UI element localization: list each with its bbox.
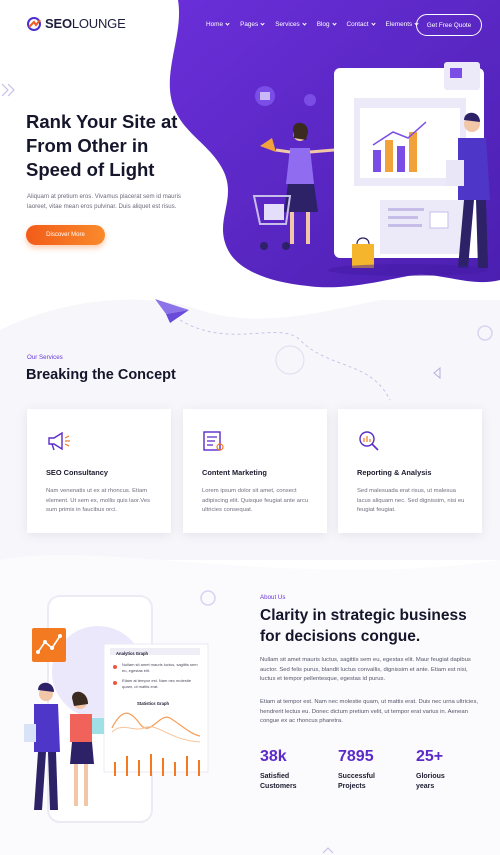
nav-contact-label: Contact [346, 21, 369, 28]
logo-icon [27, 16, 41, 31]
service-text: Nam venenatis ut ex at rhoncus. Etiam el… [46, 488, 151, 514]
chevron-down-icon [302, 21, 307, 26]
stat-projects: 7895 Successful Projects [338, 748, 398, 791]
nav-elements-label: Elements [385, 21, 413, 28]
brand-name: SEOLOUNGE [45, 16, 126, 31]
nav-pages[interactable]: Pages [240, 21, 265, 28]
hero-title: Rank Your Site at From Other in Speed of… [26, 111, 178, 180]
analytics-graph-line2: Etiam at tempor est. Nam nec molestie qu… [122, 678, 191, 689]
hero-illustration [169, 0, 500, 288]
nav-elements[interactable]: Elements [386, 21, 419, 28]
about-title: Clarity in strategic business for decisi… [260, 607, 467, 645]
service-card-seo[interactable]: SEO Consultancy Nam venenatis ut ex at r… [27, 409, 171, 533]
services-title: Breaking the Concept [26, 367, 176, 383]
service-card-reporting[interactable]: Reporting & Analysis Sed malesuada erat … [338, 409, 482, 533]
service-card-content[interactable]: Content Marketing Lorem ipsum dolor sit … [183, 409, 327, 533]
nav-home[interactable]: Home [206, 21, 230, 28]
stat-number: 25+ [416, 748, 444, 765]
document-icon [203, 431, 224, 451]
paper-plane-icon [155, 299, 189, 323]
chevron-down-icon [225, 21, 230, 26]
brand-name-bold: SEO [45, 16, 72, 31]
service-text: Sed malesuada erat risus, ut malesua lac… [357, 488, 465, 514]
nav-blog[interactable]: Blog [316, 21, 337, 28]
about-paragraph-1: Nullam sit amet mauris luctus, sagittis … [260, 657, 471, 683]
chevron-down-icon [370, 21, 376, 26]
hero-text: Aliquam at pretium eros. Vivamus placera… [27, 193, 181, 210]
stat-label: Satisfied Customers [260, 773, 297, 790]
chevron-down-icon [331, 21, 337, 26]
magnifier-chart-icon [359, 431, 379, 451]
main-nav: Home Pages Services Blog Contact Element… [206, 21, 429, 28]
chevron-down-icon [260, 21, 265, 26]
nav-services[interactable]: Services [275, 21, 307, 28]
services-eyebrow: Our Services [27, 354, 63, 361]
service-text: Lorem ipsum dolor sit amet, consect adip… [202, 488, 309, 514]
nav-services-label: Services [275, 21, 300, 28]
analytics-graph-title: Analytics Graph [116, 651, 149, 656]
stat-label: Glorious years [416, 773, 445, 790]
service-title: SEO Consultancy [46, 468, 109, 477]
analytics-graph-line1: Nullam sit amet mauris luctus, sagittis … [122, 662, 198, 673]
get-quote-button[interactable]: Get Free Quote [416, 14, 482, 36]
about-eyebrow: About Us [260, 594, 286, 601]
about-paragraph-2: Etiam at tempor est. Nam nec molestie qu… [260, 699, 479, 725]
megaphone-icon [48, 431, 70, 451]
stat-label: Successful Projects [338, 773, 375, 790]
stat-number: 38k [260, 748, 287, 765]
nav-blog-label: Blog [316, 21, 330, 28]
service-title: Content Marketing [202, 468, 267, 477]
nav-contact[interactable]: Contact [346, 21, 376, 28]
about-illustration [24, 595, 209, 823]
nav-pages-label: Pages [240, 21, 259, 28]
stat-number: 7895 [338, 748, 374, 765]
stat-customers: 38k Satisfied Customers [260, 748, 320, 791]
service-title: Reporting & Analysis [357, 468, 432, 477]
stat-years: 25+ Glorious years [416, 748, 456, 791]
discover-more-button[interactable]: Discover More [26, 225, 105, 245]
brand-logo[interactable]: SEOLOUNGE [27, 16, 126, 31]
statistics-graph-title: Statistics Graph [137, 701, 170, 706]
brand-name-light: LOUNGE [71, 16, 126, 31]
nav-home-label: Home [206, 21, 224, 28]
